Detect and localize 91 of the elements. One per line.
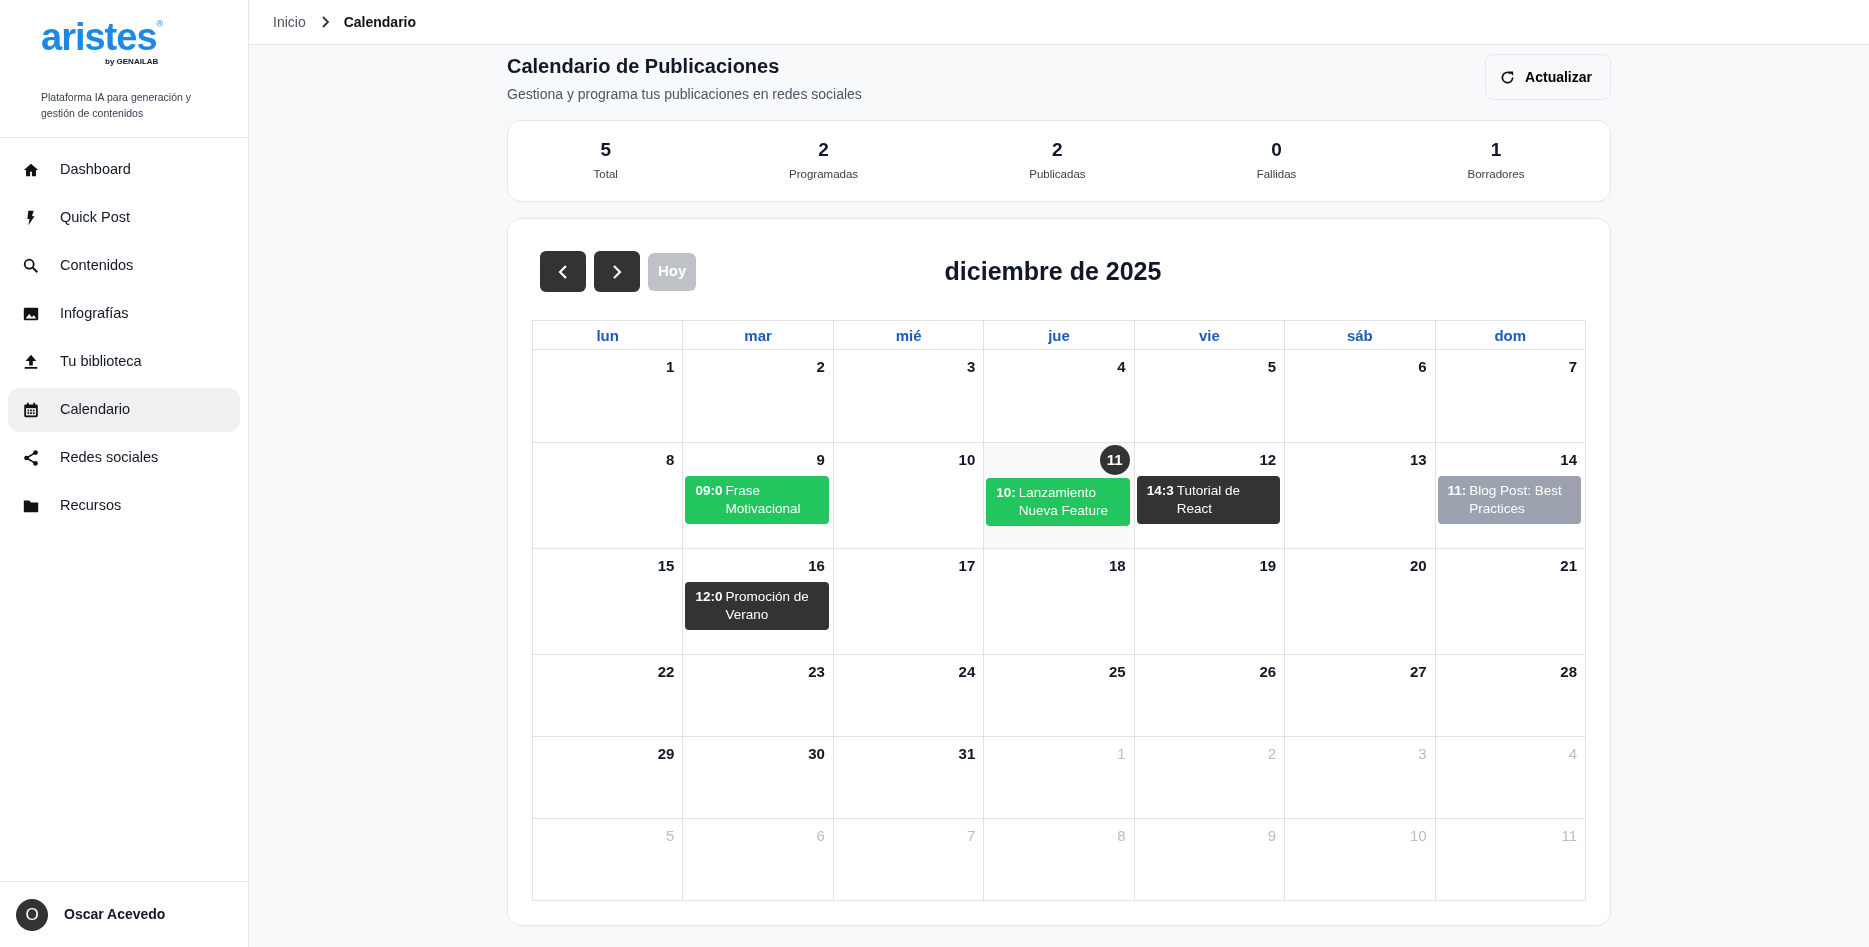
day-number: 3: [1417, 744, 1428, 764]
day-number: 21: [1559, 556, 1578, 576]
nav-item[interactable]: Tu biblioteca: [8, 340, 240, 385]
chevron-right-icon: [611, 263, 623, 280]
logo-wordmark: aristes: [41, 16, 157, 58]
chevron-icon: [319, 16, 330, 28]
refresh-icon: [1500, 69, 1516, 85]
day-number: 11: [1560, 826, 1578, 846]
day-number: 12: [1258, 450, 1278, 470]
stat-value: 2: [817, 138, 830, 162]
day-number: 9: [815, 450, 826, 470]
weekday-header: sáb: [1285, 321, 1436, 350]
day-number: 4: [1116, 357, 1127, 377]
chevron-left-icon: [557, 263, 569, 280]
nav-item[interactable]: Contenidos: [8, 244, 240, 289]
day-number: 17: [957, 556, 977, 576]
tagline: Plataforma IA para generación y gestión de contenidos: [41, 89, 192, 121]
day-number: 4: [1567, 744, 1578, 764]
today-date-badge: 11: [1099, 445, 1130, 475]
weekday-header: jue: [984, 321, 1135, 350]
nav-item[interactable]: Recursos: [8, 484, 240, 529]
day-number: 18: [1108, 556, 1127, 576]
day-number: 2: [1266, 744, 1278, 764]
page-title: Calendario de Publicaciones: [507, 54, 781, 78]
day-number: 6: [1417, 357, 1428, 377]
weekday-header: mar: [683, 321, 834, 350]
day-number: 2: [815, 357, 826, 377]
day-number: 3: [965, 357, 977, 377]
day-number: 5: [1266, 357, 1278, 377]
stat-label: Borradores: [1466, 166, 1526, 182]
event-chip[interactable]: 12:0 Promoción de Verano: [685, 582, 829, 631]
day-number: 7: [1567, 357, 1578, 377]
day-number: 31: [957, 744, 977, 764]
calendar-title: diciembre de 2025: [944, 255, 1162, 287]
stat-value: 5: [599, 138, 612, 162]
day-number: 20: [1408, 556, 1428, 576]
day-number: 1: [665, 357, 676, 377]
nav-item[interactable]: Dashboard: [8, 148, 240, 193]
day-number: 22: [656, 662, 676, 682]
day-number: 10: [1408, 826, 1428, 846]
day-number: 9: [1266, 826, 1278, 846]
nav-item[interactable]: Calendario: [8, 388, 240, 433]
breadcrumb-link[interactable]: Inicio: [273, 11, 306, 33]
breadcrumb-current: Calendario: [343, 12, 417, 32]
registered-mark: ®: [156, 19, 164, 29]
search-icon: [22, 257, 40, 276]
nav-item[interactable]: Quick Post: [8, 196, 240, 241]
day-number: 1: [1116, 744, 1127, 764]
upload-icon: [22, 353, 40, 372]
day-number: 6: [815, 826, 826, 846]
stat-value: 0: [1270, 138, 1283, 162]
day-number: 15: [656, 556, 676, 576]
stat-label: Total: [592, 166, 619, 182]
logo-byline: by GENAILAB: [104, 57, 160, 67]
day-number: 10: [957, 450, 977, 470]
day-number: 7: [965, 826, 977, 846]
user-name: Oscar Acevedo: [64, 905, 166, 924]
weekday-header: vie: [1134, 321, 1286, 350]
day-number: 28: [1559, 662, 1578, 682]
day-number: 8: [665, 450, 676, 470]
stat-label: Programadas: [788, 166, 860, 182]
next-button[interactable]: [594, 251, 640, 292]
day-number: 29: [656, 744, 676, 764]
stat-value: 1: [1489, 138, 1503, 162]
day-number: 24: [957, 662, 977, 682]
nav-item[interactable]: Redes sociales: [8, 436, 240, 481]
calendar-icon: [22, 401, 40, 420]
weekday-header: lun: [533, 321, 684, 350]
weekday-header: dom: [1435, 321, 1586, 350]
day-number: 14: [1559, 450, 1578, 470]
event-chip[interactable]: 14:3 Tutorial de React: [1136, 476, 1281, 525]
weekday-header: mié: [833, 321, 985, 350]
stat-label: Fallidas: [1255, 166, 1298, 182]
day-number: 5: [665, 826, 676, 846]
day-number: 26: [1258, 662, 1278, 682]
day-number: 16: [807, 556, 826, 576]
day-number: 8: [1116, 826, 1127, 846]
previous-button[interactable]: [540, 251, 586, 292]
nav-item[interactable]: Infografías: [8, 292, 240, 337]
day-number: 25: [1108, 662, 1127, 682]
day-number: 13: [1408, 450, 1428, 470]
page-subtitle: Gestiona y programa tus publicaciones en redes sociales: [507, 85, 862, 104]
stat-value: 2: [1051, 138, 1064, 162]
stat-label: Publicadas: [1028, 166, 1087, 182]
day-number: 30: [807, 744, 826, 764]
day-number: 23: [807, 662, 826, 682]
refresh-button[interactable]: Actualizar: [1485, 54, 1611, 100]
day-number: 27: [1408, 662, 1428, 682]
avatar[interactable]: O: [16, 898, 48, 931]
share-icon: [22, 449, 40, 468]
day-number: 19: [1258, 556, 1278, 576]
